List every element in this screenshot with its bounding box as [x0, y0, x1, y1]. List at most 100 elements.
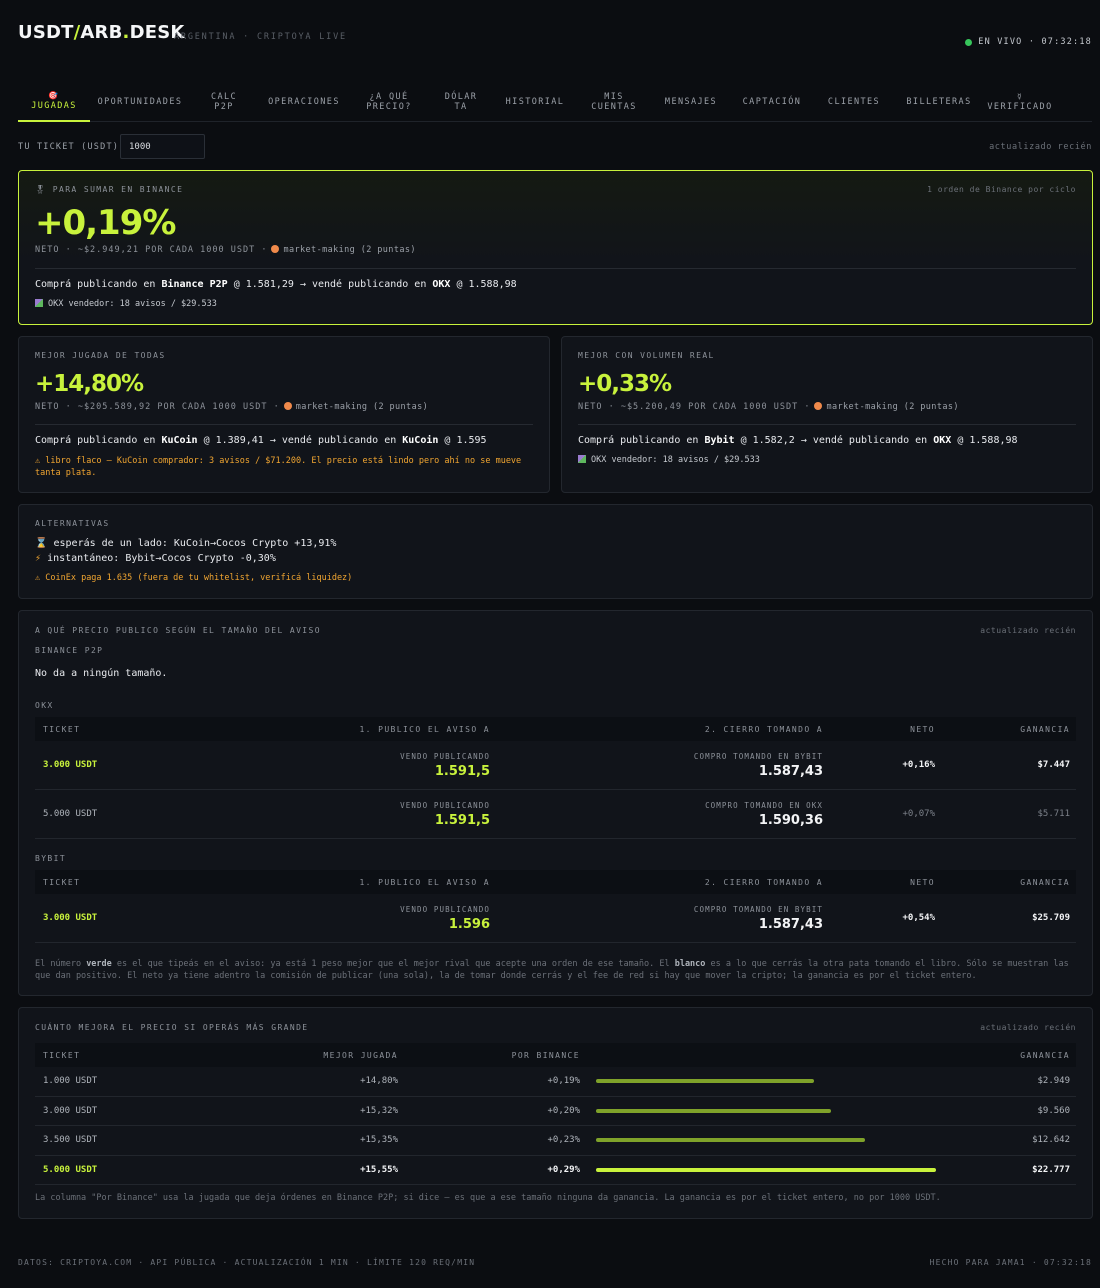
tab-jugadas[interactable]: 🎯 JUGADAS [18, 82, 90, 122]
table-row: 3.500 USDT +15,35% +0,23% $12.642 [35, 1126, 1076, 1156]
tab-mis[interactable]: MIS CUENTAS [576, 82, 652, 122]
binance-cell: +0,20% [547, 1105, 580, 1116]
close-cell: COMPRO TOMANDO EN BYBIT 1.587,43 [693, 904, 823, 932]
card-label: MEJOR JUGADA DE TODAS [35, 351, 166, 360]
okx-icon [578, 455, 586, 463]
gain-cell: $2.949 [1037, 1076, 1070, 1087]
size-explanation: La columna "Por Binance" usa la jugada q… [35, 1193, 941, 1203]
table-row: 1.000 USDT +14,80% +0,19% $2.949 [35, 1067, 1076, 1097]
best-play-card: MEJOR JUGADA DE TODAS +14,80% NETO · ~$2… [18, 336, 550, 493]
app-subtitle: ARGENTINA · CRIPTOYA LIVE [174, 32, 347, 42]
action-line: Comprá publicando en Bybit @ 1.582,2 → v… [578, 435, 1018, 446]
profit-bar-track [596, 1108, 936, 1113]
neto-cell: +0,07% [902, 809, 935, 819]
thin-book-warning: ⚠ libro flaco — KuCoin comprador: 3 avis… [35, 456, 522, 478]
profit-bar [596, 1138, 865, 1143]
card-label: ALTERNATIVAS [35, 519, 110, 528]
profit-bar [596, 1079, 814, 1084]
main-nav: 🎯 JUGADAS OPORTUNIDADES CALC P2P OPERACIONES ¿… [18, 82, 1092, 122]
size-table: TICKET MEJOR JUGADA POR BINANCE GANANCIA… [35, 1043, 1076, 1185]
tab-historial[interactable]: HISTORIAL [494, 82, 576, 122]
ticket-cell: 3.500 USDT [43, 1135, 98, 1146]
neto-line: NETO · ~$2.949,21 POR CADA 1000 USDT · ma… [35, 245, 416, 255]
ticket-cell: 3.000 USDT [43, 913, 98, 923]
tab-mensajes[interactable]: MENSAJES [652, 82, 730, 122]
table-header: TICKET 1. PUBLICO EL AVISO A 2. CIERRO T… [35, 870, 1076, 894]
ticket-cell: 3.000 USDT [43, 760, 98, 770]
gain-cell: $5.711 [1037, 809, 1070, 819]
tab-oportunidades[interactable]: OPORTUNIDADES [90, 82, 190, 122]
binance-empty-text: No da a ningún tamaño. [35, 668, 168, 679]
tab-captación[interactable]: CAPTACIÓN [730, 82, 814, 122]
table-row: 3.000 USDT VENDO PUBLICANDO 1.591,5 COMPRO … [35, 741, 1076, 790]
app-logo[interactable]: USDT/ARB.DESK [18, 22, 185, 43]
close-cell: COMPRO TOMANDO EN BYBIT 1.587,43 [693, 751, 823, 779]
tab-billeteras[interactable]: BILLETERAS [894, 82, 984, 122]
publish-cell: VENDO PUBLICANDO 1.591,5 [400, 751, 490, 779]
binance-pct: +0,19% [35, 203, 176, 243]
ticket-row: TU TICKET (USDT) actualizado recién [18, 134, 1092, 160]
profit-bar [596, 1167, 936, 1172]
volume-pct: +0,33% [578, 371, 672, 397]
ticket-cell: 5.000 USDT [43, 1164, 98, 1175]
profit-bar-track [596, 1138, 936, 1143]
tab-calc[interactable]: CALC P2P [190, 82, 258, 122]
card-label: A QUÉ PRECIO PUBLICO SEGÚN EL TAMAÑO DEL… [35, 626, 321, 635]
updated-text: actualizado recién [980, 626, 1076, 635]
profit-bar-track [596, 1079, 936, 1084]
tab-clientes[interactable]: CLIENTES [814, 82, 894, 122]
neto-line: NETO · ~$205.589,92 POR CADA 1000 USDT ·… [35, 402, 429, 412]
best-cell: +15,35% [360, 1135, 398, 1146]
footer-credit: HECHO PARA JAMA1 · 07:32:18 [929, 1258, 1092, 1267]
market-making-dot-icon [814, 402, 823, 410]
live-dot-icon [965, 38, 973, 46]
vendor-line: OKX vendedor: 18 avisos / $29.533 [35, 299, 217, 309]
okx-table: TICKET 1. PUBLICO EL AVISO A 2. CIERRO T… [35, 717, 1076, 839]
warning-icon: ⚠ [35, 573, 41, 583]
divider [35, 268, 1076, 269]
neto-cell: +0,54% [902, 913, 935, 923]
card-label: 🎖 PARA SUMAR EN BINANCE [35, 185, 184, 194]
gain-cell: $25.709 [1032, 913, 1070, 923]
profit-bar-track [596, 1167, 936, 1172]
table-row: 3.000 USDT VENDO PUBLICANDO 1.596 COMPRO TO… [35, 894, 1076, 943]
bybit-section-label: BYBIT [35, 854, 67, 863]
binance-cell: +0,29% [547, 1164, 580, 1175]
profit-bar [596, 1108, 831, 1113]
table-row: 5.000 USDT +15,55% +0,29% $22.777 [35, 1156, 1076, 1185]
tab-dólar[interactable]: DÓLAR TA [428, 82, 494, 122]
gain-cell: $7.447 [1037, 760, 1070, 770]
market-making-dot-icon [283, 402, 292, 410]
real-volume-card: MEJOR CON VOLUMEN REAL +0,33% NETO · ~$5… [561, 336, 1093, 493]
tab--a-qué[interactable]: ¿A QUÉ PRECIO? [350, 82, 428, 122]
divider [35, 424, 533, 425]
top-bar: USDT/ARB.DESK ARGENTINA · CRIPTOYA LIVE … [18, 0, 1092, 60]
publish-cell: VENDO PUBLICANDO 1.596 [400, 904, 490, 932]
table-header: TICKET MEJOR JUGADA POR BINANCE GANANCIA [35, 1043, 1076, 1067]
size-improvement-card: CUÁNTO MEJORA EL PRECIO SI OPERÁS MÁS GR… [18, 1007, 1093, 1219]
footer: DATOS: CRIPTOYA.COM · API PÚBLICA · ACTU… [18, 1258, 1092, 1267]
table-row: 3.000 USDT +15,32% +0,20% $9.560 [35, 1097, 1076, 1126]
tab-icon: ☿ [1016, 92, 1024, 101]
okx-section-label: OKX [35, 701, 54, 710]
divider [578, 424, 1076, 425]
ticket-cell: 1.000 USDT [43, 1076, 98, 1087]
binance-cell: +0,23% [547, 1135, 580, 1146]
binance-play-card: 🎖 PARA SUMAR EN BINANCE 1 orden de Binan… [18, 170, 1093, 325]
alt-wait: ⌛ esperás de un lado: KuCoin→Cocos Crypt… [35, 538, 337, 549]
action-line: Comprá publicando en KuCoin @ 1.389,41 →… [35, 435, 487, 446]
footer-sources: DATOS: CRIPTOYA.COM · API PÚBLICA · ACTU… [18, 1258, 476, 1267]
hourglass-icon: ⌛ [35, 538, 48, 549]
best-pct: +14,80% [35, 371, 144, 397]
tab-operaciones[interactable]: OPERACIONES [258, 82, 350, 122]
price-explanation: El número verde es el que tipeás en el a… [35, 959, 1069, 981]
best-cell: +14,80% [360, 1076, 398, 1087]
binance-cell: +0,19% [547, 1076, 580, 1087]
ticket-input[interactable] [120, 134, 205, 159]
tab-verificado[interactable]: ☿ VERIFICADO [984, 82, 1056, 122]
ticket-label: TU TICKET (USDT) [18, 142, 120, 152]
gain-cell: $22.777 [1032, 1164, 1070, 1175]
updated-text: actualizado recién [989, 142, 1092, 152]
okx-icon [35, 299, 43, 307]
alt-instant: ⚡ instantáneo: Bybit→Cocos Crypto -0,30% [35, 553, 276, 564]
